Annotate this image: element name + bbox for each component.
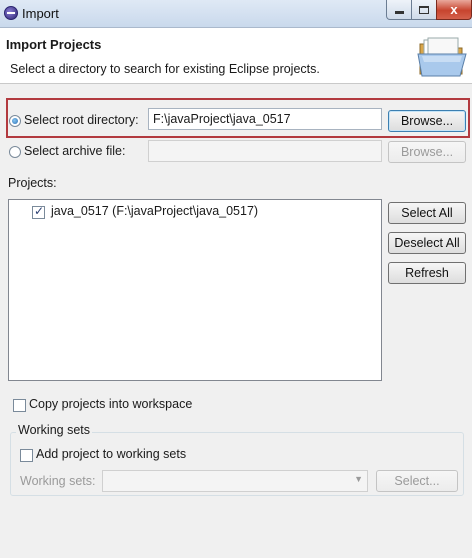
working-sets-title: Working sets xyxy=(16,423,93,437)
archive-file-input[interactable] xyxy=(148,140,382,162)
archive-file-radio[interactable] xyxy=(9,146,21,158)
working-sets-label: Working sets: xyxy=(20,474,96,488)
project-checkbox[interactable] xyxy=(32,204,45,219)
eclipse-icon xyxy=(4,6,18,20)
copy-projects-label: Copy projects into workspace xyxy=(29,397,193,411)
archive-browse-button[interactable]: Browse... xyxy=(388,141,466,163)
add-to-working-sets-checkbox[interactable] xyxy=(20,449,33,462)
project-item-label[interactable]: java_0517 (F:\javaProject\java_0517) xyxy=(51,204,258,218)
projects-list[interactable] xyxy=(8,199,382,381)
root-directory-radio[interactable] xyxy=(9,115,21,127)
refresh-button[interactable]: Refresh xyxy=(388,262,466,284)
window-title: Import xyxy=(22,6,59,21)
archive-file-label: Select archive file: xyxy=(24,144,126,158)
minimize-button[interactable] xyxy=(386,0,412,20)
copy-projects-checkbox[interactable] xyxy=(13,399,26,412)
page-title: Import Projects xyxy=(6,37,102,52)
root-directory-label: Select root directory: xyxy=(24,113,139,127)
working-sets-select-button[interactable]: Select... xyxy=(376,470,458,492)
root-browse-button[interactable]: Browse... xyxy=(388,110,466,132)
working-sets-combo[interactable]: ▼ xyxy=(102,470,368,492)
deselect-all-button[interactable]: Deselect All xyxy=(388,232,466,254)
minimize-icon xyxy=(394,11,404,14)
folder-icon xyxy=(417,37,467,77)
select-all-button[interactable]: Select All xyxy=(388,202,466,224)
dropdown-arrow-icon: ▼ xyxy=(354,474,363,484)
page-description: Select a directory to search for existin… xyxy=(10,62,320,76)
maximize-button[interactable] xyxy=(411,0,437,20)
maximize-icon xyxy=(419,5,429,14)
close-button[interactable]: x xyxy=(436,0,472,20)
root-directory-input[interactable]: F:\javaProject\java_0517 xyxy=(148,108,382,130)
projects-label: Projects: xyxy=(8,176,57,190)
add-to-working-sets-label: Add project to working sets xyxy=(36,447,187,461)
